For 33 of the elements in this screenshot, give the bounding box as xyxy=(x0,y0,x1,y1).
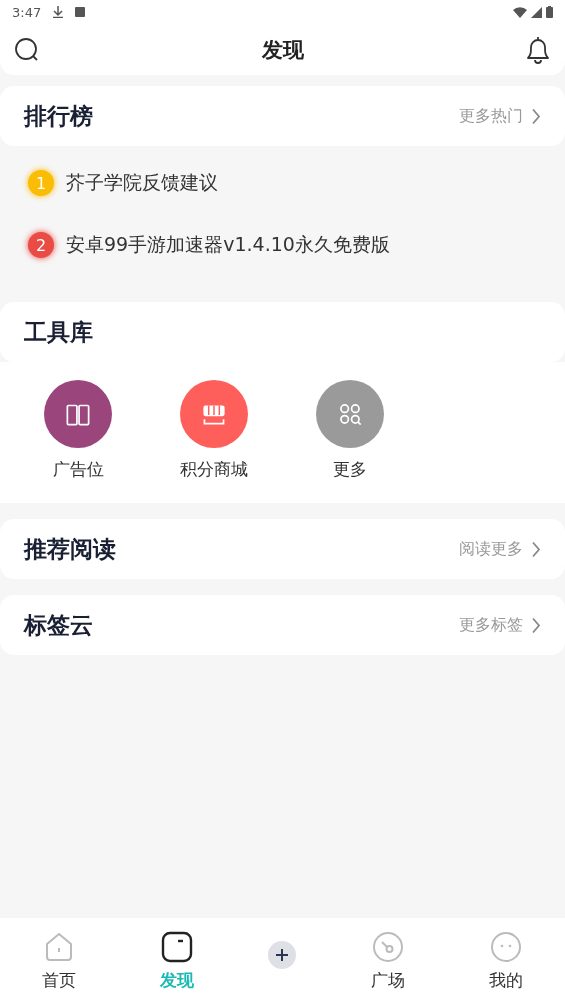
keyboard-icon xyxy=(75,7,86,17)
compass-icon xyxy=(372,930,405,963)
battery-icon xyxy=(546,6,553,18)
nav-tab[interactable]: 首页 xyxy=(0,930,118,992)
tool-button[interactable]: 更多 xyxy=(316,380,384,481)
chevron-right-icon xyxy=(531,616,541,634)
tool-button[interactable]: 积分商城 xyxy=(180,380,248,481)
wifi-icon xyxy=(513,6,527,18)
section-header: 排行榜 更多热门 xyxy=(0,86,565,146)
search-icon[interactable] xyxy=(14,36,40,63)
rank-badge: 2 xyxy=(28,232,54,258)
chevron-right-icon xyxy=(531,540,541,558)
download-icon xyxy=(53,6,64,18)
square-icon xyxy=(160,930,193,963)
face-icon xyxy=(490,930,523,963)
section-header: 推荐阅读 阅读更多 xyxy=(0,519,565,579)
section-header: 标签云 更多标签 xyxy=(0,595,565,655)
signal-icon xyxy=(531,6,542,18)
nav-tab[interactable]: 广场 xyxy=(329,930,448,992)
nav-tab[interactable]: 我的 xyxy=(447,930,565,992)
rank-badge: 1 xyxy=(28,170,54,196)
add-icon[interactable] xyxy=(268,941,297,969)
chevron-right-icon xyxy=(531,107,541,125)
grid-icon xyxy=(340,404,362,426)
tool-button[interactable]: 广告位 xyxy=(44,380,112,481)
ranking-item[interactable]: 芥子学院反馈建议 xyxy=(66,170,218,196)
section-header: 工具库 xyxy=(0,302,565,362)
page-title: 发现 xyxy=(261,36,304,64)
shop-icon xyxy=(203,404,225,425)
book-icon xyxy=(66,404,90,426)
status-time: 3:47 xyxy=(12,4,42,20)
ranking-item[interactable]: 安卓99手游加速器v1.4.10永久免费版 xyxy=(66,232,390,258)
bell-icon[interactable] xyxy=(525,35,551,64)
